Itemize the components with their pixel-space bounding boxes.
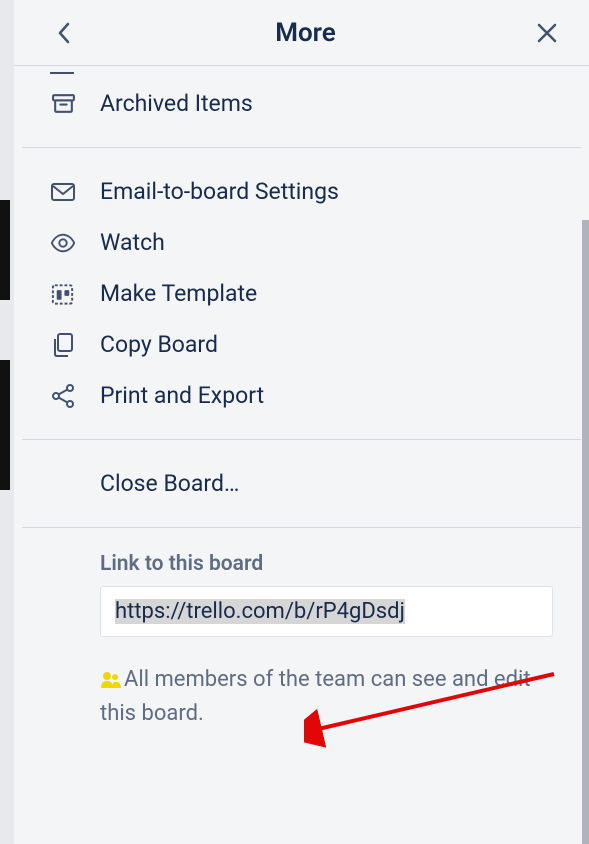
archive-icon — [50, 91, 76, 117]
back-button[interactable] — [46, 15, 82, 51]
link-label: Link to this board — [100, 552, 553, 576]
template-icon — [50, 281, 76, 307]
link-input[interactable]: https://trello.com/b/rP4gDsdj — [100, 586, 553, 637]
scrollbar[interactable] — [582, 220, 589, 844]
copy-icon — [50, 332, 76, 358]
email-settings-row[interactable]: Email-to-board Settings — [22, 166, 581, 217]
close-icon — [536, 22, 558, 44]
link-section: Link to this board https://trello.com/b/… — [22, 528, 581, 741]
more-panel: More Archived Items — [14, 0, 589, 844]
print-export-label: Print and Export — [100, 382, 264, 409]
archived-items-row[interactable]: Archived Items — [22, 78, 581, 129]
panel-header: More — [14, 0, 589, 66]
eye-icon — [50, 230, 76, 256]
background-left-strip — [0, 0, 14, 844]
visibility-message: All members of the team can see and edit… — [100, 667, 531, 726]
team-icon — [100, 670, 122, 688]
partial-row-above — [22, 68, 581, 78]
print-export-row[interactable]: Print and Export — [22, 370, 581, 421]
panel-title: More — [275, 18, 336, 48]
email-settings-label: Email-to-board Settings — [100, 178, 339, 205]
share-icon — [50, 383, 76, 409]
close-board-row[interactable]: Close Board… — [22, 458, 581, 509]
link-url-text: https://trello.com/b/rP4gDsdj — [115, 599, 405, 624]
menu-section-actions: Email-to-board Settings Watch Make Templ… — [22, 148, 581, 440]
email-icon — [50, 179, 76, 205]
watch-label: Watch — [100, 229, 165, 256]
watch-row[interactable]: Watch — [22, 217, 581, 268]
chevron-left-icon — [57, 22, 71, 44]
copy-board-row[interactable]: Copy Board — [22, 319, 581, 370]
close-board-label: Close Board… — [100, 470, 239, 497]
menu-section-top: Archived Items — [22, 66, 581, 148]
copy-board-label: Copy Board — [100, 331, 218, 358]
visibility-text: All members of the team can see and edit… — [100, 663, 553, 731]
make-template-label: Make Template — [100, 280, 257, 307]
archived-items-label: Archived Items — [100, 90, 253, 117]
make-template-row[interactable]: Make Template — [22, 268, 581, 319]
close-button[interactable] — [529, 15, 565, 51]
menu-section-close: Close Board… — [22, 440, 581, 528]
